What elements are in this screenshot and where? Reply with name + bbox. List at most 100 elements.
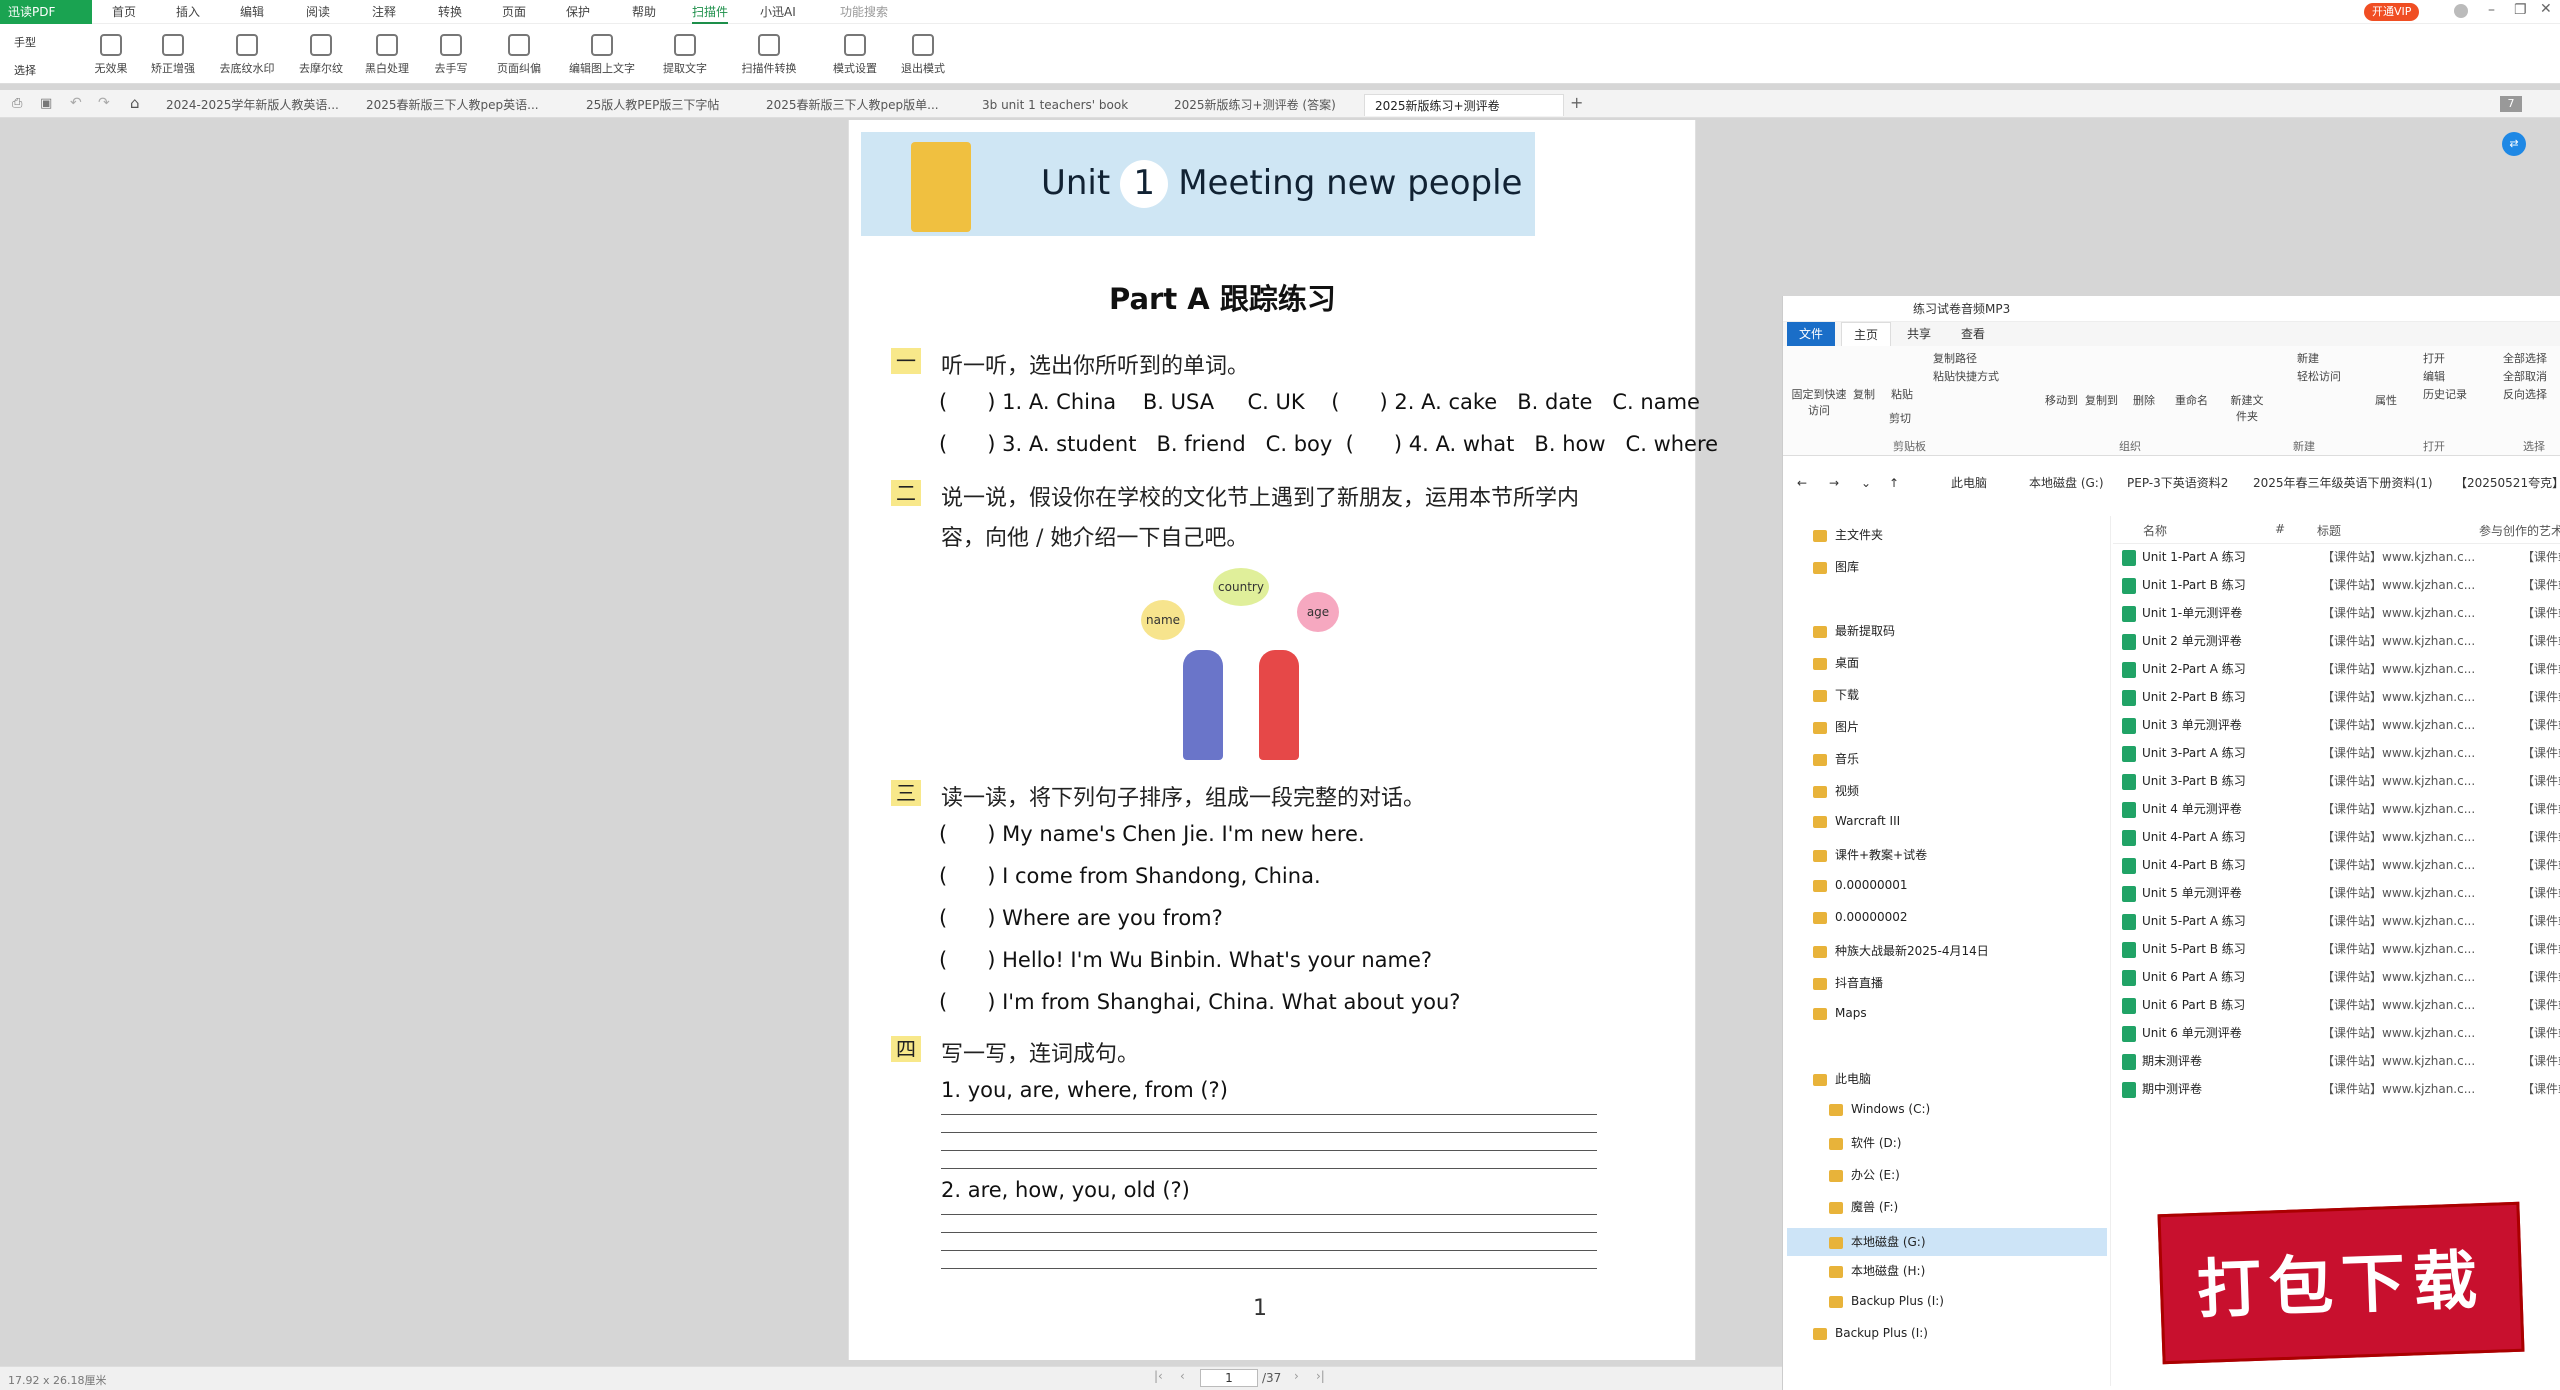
menu-home[interactable]: 首页 — [112, 0, 136, 24]
app-logo[interactable]: 迅读PDF — [0, 0, 92, 24]
file-row[interactable]: 期末测评卷 【课件站】www.kjzhan.c... 【课件站】ww — [2122, 1052, 2560, 1078]
select-all-button[interactable]: 全部选择 — [2503, 350, 2547, 366]
crumb-folder[interactable]: 【20250521夸克】 — [2455, 468, 2560, 498]
copy-button[interactable]: 复制 — [1853, 386, 1875, 402]
nav-item[interactable]: Backup Plus (I:) — [1813, 1326, 1928, 1340]
menu-page[interactable]: 页面 — [502, 0, 526, 24]
rename-button[interactable]: 重命名 — [2175, 392, 2208, 408]
tab-doc-3[interactable]: 25版人教PEP版三下字帖 — [576, 94, 776, 116]
tab-doc-1[interactable]: 2024-2025学年新版人教英语... — [156, 94, 356, 116]
nav-item[interactable]: 主文件夹 — [1813, 526, 1883, 543]
hand-tool[interactable]: 手型 — [14, 34, 36, 50]
menu-convert[interactable]: 转换 — [438, 0, 462, 24]
menu-help[interactable]: 帮助 — [632, 0, 656, 24]
undo-icon[interactable]: ↶ — [70, 95, 82, 111]
tool-extract-text[interactable]: 提取文字 — [646, 34, 724, 76]
col-title[interactable]: 标题 — [2317, 522, 2341, 539]
properties-button[interactable]: 属性 — [2375, 392, 2397, 408]
tab-share[interactable]: 共享 — [1895, 322, 1943, 346]
col-artist[interactable]: 参与创作的艺术 — [2479, 522, 2560, 539]
nav-item[interactable]: 下载 — [1813, 686, 1859, 703]
save-icon[interactable]: ▣ — [40, 96, 52, 111]
select-tool[interactable]: 选择 — [14, 62, 36, 78]
file-row[interactable]: Unit 1-Part B 练习 【课件站】www.kjzhan.c... 【课件站… — [2122, 576, 2560, 602]
tool-mode-settings[interactable]: 模式设置 — [816, 34, 894, 76]
nav-item[interactable]: 办公 (E:) — [1829, 1166, 1900, 1183]
close-icon[interactable]: ✕ — [2540, 1, 2552, 17]
nav-item[interactable]: 最新提取码 — [1813, 622, 1895, 639]
tab-doc-4[interactable]: 2025春新版三下人教pep版单... — [756, 94, 956, 116]
menu-search[interactable]: 功能搜索 — [840, 0, 888, 24]
recent-icon[interactable]: ⌄ — [1861, 468, 1871, 498]
new-folder-button[interactable]: 新建文件夹 — [2227, 392, 2267, 424]
copy-to-button[interactable]: 复制到 — [2085, 392, 2118, 408]
redo-icon[interactable]: ↷ — [98, 95, 110, 111]
cut-button[interactable]: 剪切 — [1889, 410, 1911, 426]
nav-item-selected[interactable]: 本地磁盘 (G:) — [1787, 1228, 2107, 1256]
menu-insert[interactable]: 插入 — [176, 0, 200, 24]
nav-item[interactable]: 软件 (D:) — [1829, 1134, 1901, 1151]
file-row[interactable]: Unit 6 Part B 练习 【课件站】www.kjzhan.c... 【课件站… — [2122, 996, 2560, 1022]
tab-home[interactable]: 主页 — [1841, 322, 1892, 346]
menu-read[interactable]: 阅读 — [306, 0, 330, 24]
menu-edit[interactable]: 编辑 — [240, 0, 264, 24]
easy-access-button[interactable]: 轻松访问 — [2297, 368, 2341, 384]
tool-edit-image-text[interactable]: 编辑图上文字 — [560, 34, 644, 76]
next-page-icon[interactable]: › — [1294, 1369, 1299, 1383]
file-row[interactable]: Unit 1-单元测评卷 【课件站】www.kjzhan.c... 【课件站】ww — [2122, 604, 2560, 630]
menu-ai[interactable]: 小迅AI — [760, 0, 796, 24]
minimize-icon[interactable]: – — [2488, 2, 2495, 18]
edit-button[interactable]: 编辑 — [2423, 368, 2445, 384]
maximize-icon[interactable]: ❐ — [2514, 2, 2527, 18]
nav-item[interactable]: 课件+教案+试卷 — [1813, 846, 1927, 863]
nav-item[interactable]: 种族大战最新2025-4月14日 — [1813, 942, 1989, 959]
nav-item[interactable]: 魔兽 (F:) — [1829, 1198, 1898, 1215]
nav-item[interactable]: 0.00000001 — [1813, 878, 1908, 892]
tool-deskew[interactable]: 页面纠偏 — [480, 34, 558, 76]
delete-button[interactable]: 删除 — [2133, 392, 2155, 408]
forward-icon[interactable]: → — [1829, 468, 1839, 498]
translate-float-icon[interactable]: ⇄ — [2502, 132, 2526, 156]
select-none-button[interactable]: 全部取消 — [2503, 368, 2547, 384]
crumb-2025[interactable]: 2025年春三年级英语下册资料(1) — [2253, 468, 2433, 498]
menu-scan[interactable]: 扫描件 — [692, 0, 729, 24]
nav-item[interactable]: 图片 — [1813, 718, 1859, 735]
nav-item[interactable]: 音乐 — [1813, 750, 1859, 767]
menu-protect[interactable]: 保护 — [566, 0, 590, 24]
menu-annotate[interactable]: 注释 — [372, 0, 396, 24]
vip-button[interactable]: 开通VIP — [2364, 3, 2420, 21]
file-row[interactable]: Unit 5-Part A 练习 【课件站】www.kjzhan.c... 【课件站… — [2122, 912, 2560, 938]
first-page-icon[interactable]: |‹ — [1154, 1369, 1163, 1383]
prev-page-icon[interactable]: ‹ — [1180, 1369, 1185, 1383]
back-icon[interactable]: ← — [1797, 468, 1807, 498]
file-row[interactable]: Unit 2-Part A 练习 【课件站】www.kjzhan.c... 【课件站… — [2122, 660, 2560, 686]
page-input[interactable]: 1 — [1200, 1369, 1258, 1387]
tab-count-badge[interactable]: 7 — [2500, 96, 2522, 112]
file-row[interactable]: Unit 3-Part B 练习 【课件站】www.kjzhan.c... 【课件站… — [2122, 772, 2560, 798]
tool-scan-convert[interactable]: 扫描件转换 — [730, 34, 808, 76]
file-row[interactable]: Unit 3-Part A 练习 【课件站】www.kjzhan.c... 【课件站… — [2122, 744, 2560, 770]
tab-doc-6[interactable]: 2025新版练习+测评卷 (答案) — [1164, 94, 1364, 116]
tab-file[interactable]: 文件 — [1787, 322, 1836, 346]
crumb-pc[interactable]: 此电脑 — [1951, 468, 1987, 498]
col-number[interactable]: # — [2275, 522, 2285, 536]
new-item-button[interactable]: 新建 — [2297, 350, 2319, 366]
file-row[interactable]: Unit 6 Part A 练习 【课件站】www.kjzhan.c... 【课件站… — [2122, 968, 2560, 994]
file-row[interactable]: Unit 6 单元测评卷 【课件站】www.kjzhan.c... 【课件站】ww — [2122, 1024, 2560, 1050]
file-row[interactable]: Unit 3 单元测评卷 【课件站】www.kjzhan.c... 【课件站】ww — [2122, 716, 2560, 742]
move-to-button[interactable]: 移动到 — [2045, 392, 2078, 408]
file-row[interactable]: Unit 4-Part A 练习 【课件站】www.kjzhan.c... 【课件站… — [2122, 828, 2560, 854]
history-button[interactable]: 历史记录 — [2423, 386, 2467, 402]
up-icon[interactable]: ↑ — [1889, 468, 1899, 498]
tool-exit-mode[interactable]: 退出模式 — [884, 34, 962, 76]
paste-button[interactable]: 粘贴 — [1891, 386, 1913, 402]
nav-item[interactable]: 本地磁盘 (H:) — [1829, 1262, 1925, 1279]
open-button[interactable]: 打开 — [2423, 350, 2445, 366]
address-bar[interactable]: ← → ⌄ ↑ 此电脑 本地磁盘 (G:) PEP-3下英语资料2 2025年春… — [1783, 468, 2560, 498]
tool-enhance[interactable]: 矫正增强 — [134, 34, 212, 76]
last-page-icon[interactable]: ›| — [1316, 1369, 1325, 1383]
paste-shortcut-button[interactable]: 粘贴快捷方式 — [1933, 368, 1999, 384]
tab-doc-2[interactable]: 2025春新版三下人教pep英语... — [356, 94, 556, 116]
tool-remove-handwriting[interactable]: 去手写 — [412, 34, 490, 76]
nav-item[interactable]: 视频 — [1813, 782, 1859, 799]
